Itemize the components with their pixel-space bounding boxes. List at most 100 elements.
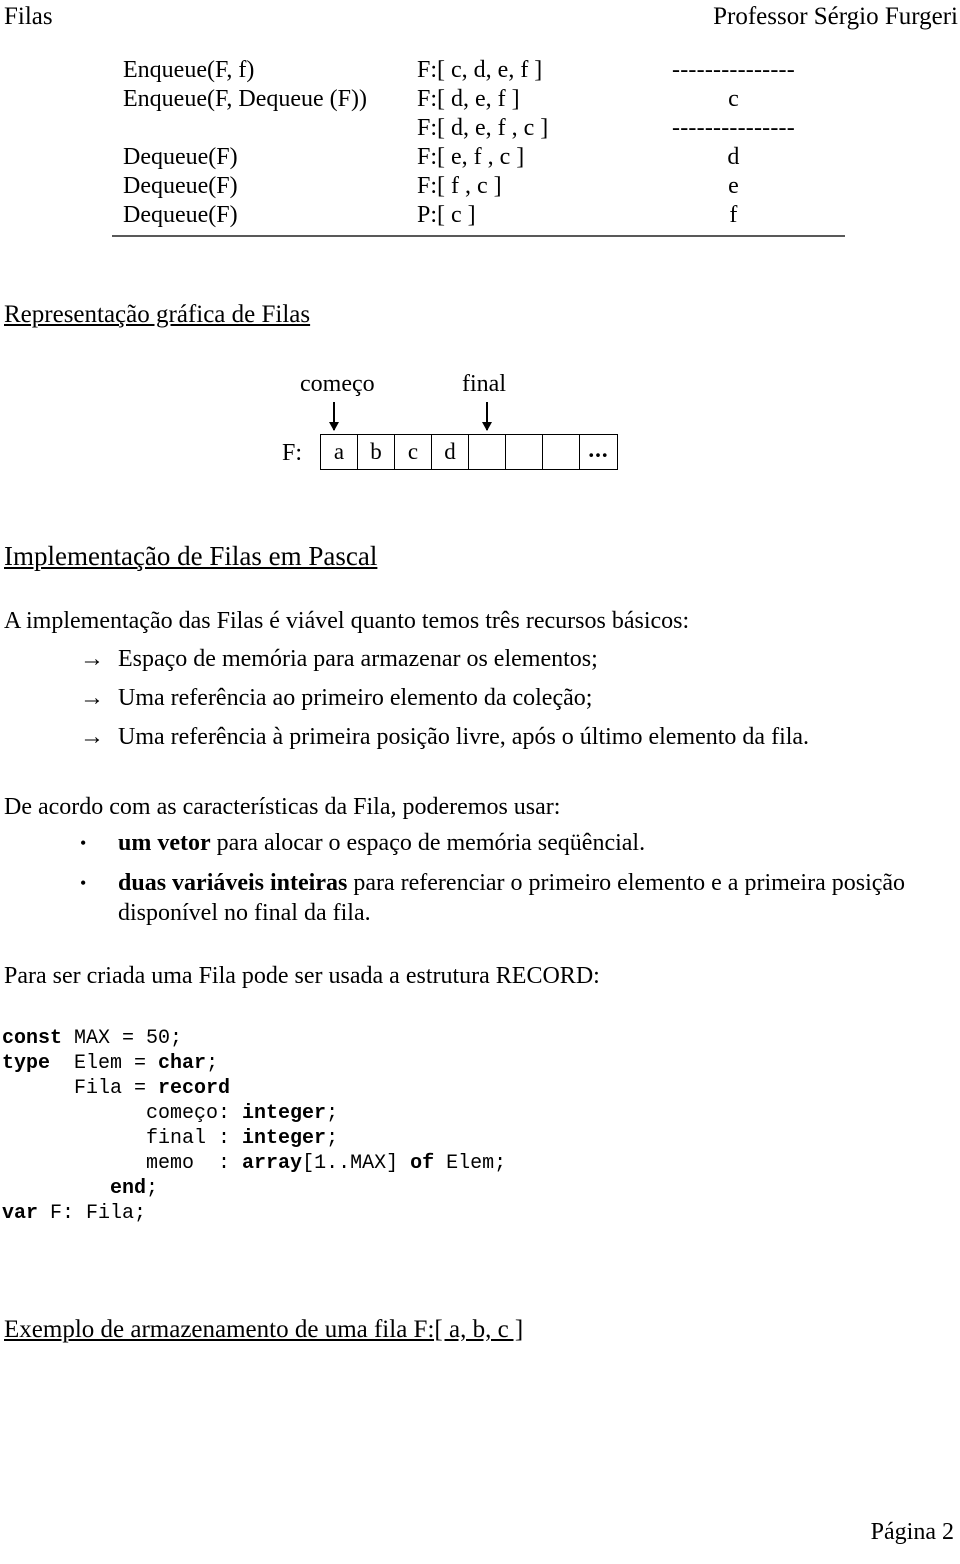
pointer-label-final: final — [462, 371, 506, 397]
code-text: Elem; — [434, 1152, 507, 1175]
list-item: → Uma referência à primeira posição livre… — [80, 723, 940, 762]
queue-cell — [506, 435, 543, 469]
table-row: Dequeue(F) F:[ e, f , c ] d — [112, 143, 845, 172]
usage-item-term: um vetor — [118, 830, 211, 856]
queue-array-diagram: começo final F: a b c d... — [282, 370, 642, 480]
trace-operation-cell: Dequeue(F) — [123, 144, 238, 170]
section-heading-implementation: Implementação de Filas em Pascal — [4, 541, 378, 571]
trace-queue-state-cell: F:[ e, f , c ] — [417, 144, 525, 170]
code-keyword: array — [242, 1152, 303, 1175]
code-keyword: char — [158, 1052, 207, 1075]
page-number-footer: Página 2 — [870, 1519, 954, 1545]
arrow-right-icon: → — [80, 646, 104, 672]
table-row: Enqueue(F, f) F:[ c, d, e, f ] -----------… — [112, 56, 845, 85]
usage-item-description: para alocar o espaço de memória seqüênci… — [210, 830, 646, 856]
trace-queue-state-cell: F:[ f , c ] — [417, 173, 502, 199]
trace-queue-state-cell: F:[ d, e, f , c ] — [417, 115, 549, 141]
code-text: F: Fila; — [38, 1202, 147, 1225]
usage-intro-text: De acordo com as características da Fila… — [4, 794, 561, 820]
code-line: const MAX = 50; — [2, 1026, 506, 1051]
trace-queue-state-cell: F:[ c, d, e, f ] — [417, 57, 543, 83]
code-keyword: integer — [242, 1102, 327, 1125]
code-line: var F: Fila; — [2, 1201, 506, 1226]
queue-cell: c — [395, 435, 432, 469]
code-keyword: integer — [242, 1127, 327, 1150]
trace-output-cell: f — [729, 202, 738, 228]
bullet-dot-icon: • — [80, 833, 87, 853]
trace-output-cell: --------------- — [672, 115, 795, 141]
pascal-code-block: const MAX = 50; type Elem = char; Fila = … — [2, 1026, 506, 1226]
trace-operation-cell: Enqueue(F, f) — [123, 57, 255, 83]
pointer-arrow-final-icon — [482, 402, 492, 431]
trace-output-cell: e — [728, 173, 739, 199]
usage-bullet-list: • um vetor para alocar o espaço de memóri… — [80, 828, 940, 938]
queue-cell: d — [432, 435, 469, 469]
page-header: Filas Professor Sérgio Furgeri — [0, 0, 960, 40]
queue-cell — [543, 435, 580, 469]
list-item: → Uma referência ao primeiro elemento da … — [80, 684, 940, 723]
table-row: Dequeue(F) F:[ f , c ] e — [112, 172, 845, 201]
trace-output-cell: d — [727, 144, 740, 170]
code-text: memo : — [2, 1152, 243, 1175]
arrow-right-icon: → — [80, 724, 104, 750]
queue-cells-container: a b c d... — [320, 434, 618, 470]
code-line: final : integer; — [2, 1126, 506, 1151]
code-text: ; — [326, 1127, 339, 1150]
code-text: ; — [146, 1177, 159, 1200]
trace-table-bottom-rule — [112, 235, 845, 237]
code-line: memo : array[1..MAX] of Elem; — [2, 1151, 506, 1176]
list-item: → Espaço de memória para armazenar os ele… — [80, 645, 940, 684]
code-line: type Elem = char; — [2, 1051, 506, 1076]
code-text: MAX = 50; — [62, 1027, 183, 1050]
code-text: final : — [2, 1127, 243, 1150]
code-keyword: type — [2, 1052, 51, 1075]
requirement-text: Espaço de memória para armazenar os elem… — [118, 646, 598, 672]
trace-output-cell: --------------- — [672, 57, 795, 83]
trace-queue-state-cell: P:[ c ] — [417, 202, 476, 228]
bullet-dot-icon: • — [80, 873, 87, 893]
code-line: end; — [2, 1176, 506, 1201]
code-line: começo: integer; — [2, 1101, 506, 1126]
trace-operation-cell: Dequeue(F) — [123, 173, 238, 199]
usage-item-term: duas variáveis inteiras — [118, 870, 348, 896]
trace-queue-state-cell: F:[ d, e, f ] — [417, 86, 520, 112]
code-line: Fila = record — [2, 1076, 506, 1101]
arrow-right-icon: → — [80, 685, 104, 711]
code-text: começo: — [2, 1102, 243, 1125]
code-text: ; — [206, 1052, 219, 1075]
code-keyword: var — [2, 1202, 39, 1225]
queue-cell — [469, 435, 506, 469]
queue-trace-table: Enqueue(F, f) F:[ c, d, e, f ] -----------… — [112, 56, 845, 230]
code-text: [1..MAX] — [302, 1152, 411, 1175]
requirements-list: → Espaço de memória para armazenar os ele… — [80, 645, 940, 762]
code-text: Fila = — [2, 1077, 159, 1100]
pointer-arrow-comeco-icon — [329, 402, 339, 431]
code-keyword: record — [158, 1077, 231, 1100]
list-item: • duas variáveis inteiras para referencia… — [80, 868, 940, 928]
trace-output-cell: c — [728, 86, 739, 112]
trace-operation-cell: Enqueue(F, Dequeue (F)) — [123, 86, 367, 112]
code-keyword: const — [2, 1027, 63, 1050]
code-text: Elem = — [50, 1052, 159, 1075]
section-heading-exemplo: Exemplo de armazenamento de uma fila F:[… — [4, 1316, 524, 1343]
implementation-intro-text: A implementação das Filas é viável quant… — [4, 608, 690, 634]
code-keyword: of — [410, 1152, 435, 1175]
requirement-text: Uma referência ao primeiro elemento da c… — [118, 685, 593, 711]
section-heading-representation: Representação gráfica de Filas — [4, 301, 311, 328]
table-row: F:[ d, e, f , c ] --------------- — [112, 114, 845, 143]
usage-item-text: um vetor para alocar o espaço de memória… — [118, 828, 940, 858]
list-item: • um vetor para alocar o espaço de memóri… — [80, 828, 940, 858]
code-text: ; — [326, 1102, 339, 1125]
page-title: Filas — [4, 3, 53, 30]
author-name: Professor Sérgio Furgeri — [713, 3, 958, 30]
queue-cell: a — [321, 435, 358, 469]
queue-cell: b — [358, 435, 395, 469]
queue-variable-label: F: — [282, 440, 303, 466]
queue-cell: ... — [588, 437, 609, 462]
table-row: Dequeue(F) P:[ c ] f — [112, 201, 845, 230]
requirement-text: Uma referência à primeira posição livre,… — [118, 724, 810, 750]
table-row: Enqueue(F, Dequeue (F)) F:[ d, e, f ] c — [112, 85, 845, 114]
pointer-label-comeco: começo — [300, 371, 375, 397]
usage-item-text: duas variáveis inteiras para referenciar… — [118, 868, 940, 928]
